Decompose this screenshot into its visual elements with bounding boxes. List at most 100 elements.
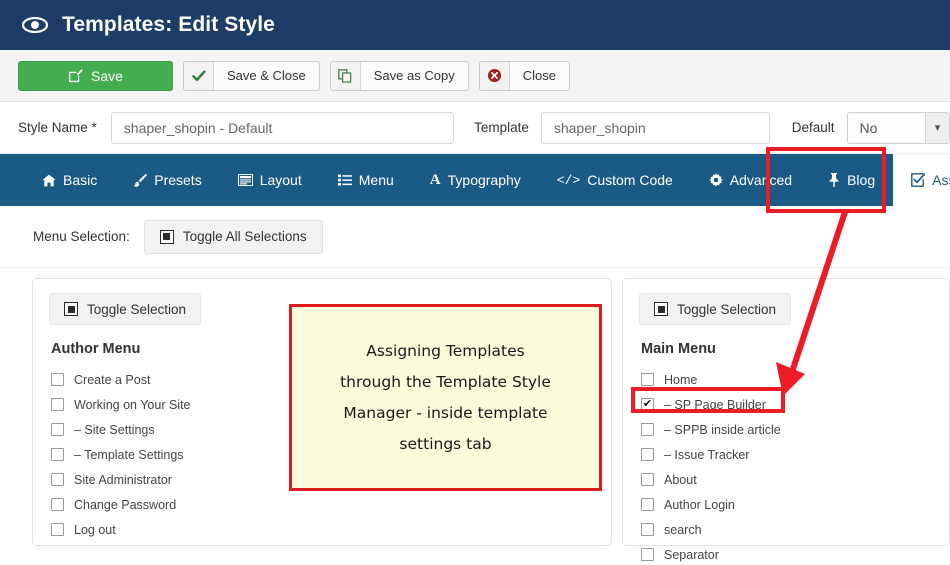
tab-custom-code-label: Custom Code (587, 172, 673, 188)
annotation-line-1: Assigning Templates (366, 342, 524, 360)
tab-assignment[interactable]: Assignment (893, 154, 950, 206)
tab-typography[interactable]: A Typography (412, 154, 539, 206)
checkbox[interactable] (641, 548, 654, 561)
brush-icon (133, 173, 147, 187)
list-item[interactable]: About (639, 469, 933, 490)
tab-presets[interactable]: Presets (115, 154, 219, 206)
checkbox-checked[interactable]: ✔ (641, 398, 654, 411)
toggle-all-selections-button[interactable]: Toggle All Selections (144, 220, 323, 254)
save-and-close-label: Save & Close (214, 68, 319, 83)
style-name-label: Style Name * (18, 120, 97, 135)
tab-menu[interactable]: Menu (320, 154, 412, 206)
main-toggle-selection-button[interactable]: Toggle Selection (639, 293, 791, 325)
tab-layout-label: Layout (260, 172, 302, 188)
checkbox[interactable] (51, 373, 64, 386)
eye-icon (22, 12, 48, 38)
template-label: Template (474, 120, 529, 135)
list-item[interactable]: Change Password (49, 494, 595, 515)
save-as-copy-button[interactable]: Save as Copy (330, 61, 469, 91)
main-menu-list: Home ✔ – SP Page Builder – SPPB inside a… (639, 369, 933, 565)
tab-bar: Basic Presets Layout Menu A Typography <… (0, 154, 950, 206)
list-item-label: search (664, 523, 702, 537)
default-label: Default (792, 120, 835, 135)
checkbox[interactable] (641, 498, 654, 511)
tab-assignment-label: Assignment (932, 172, 950, 188)
close-button[interactable]: Close (479, 61, 570, 91)
tab-blog-label: Blog (847, 172, 875, 188)
copy-icon (331, 62, 361, 90)
checkbox[interactable] (641, 523, 654, 536)
list-item[interactable]: search (639, 519, 933, 540)
list-icon (338, 174, 352, 186)
gear-icon (709, 173, 723, 187)
list-item-label: – SPPB inside article (664, 423, 781, 437)
toggle-all-selections-label: Toggle All Selections (183, 229, 307, 244)
tab-menu-label: Menu (359, 172, 394, 188)
list-item-label: Author Login (664, 498, 735, 512)
default-select-value: No (848, 120, 878, 136)
list-item-label: Log out (74, 523, 116, 537)
save-button-label: Save (91, 68, 123, 84)
app-header: Templates: Edit Style (0, 0, 950, 50)
save-as-copy-label: Save as Copy (361, 68, 468, 83)
author-toggle-selection-button[interactable]: Toggle Selection (49, 293, 201, 325)
pencil-square-icon (68, 68, 83, 83)
layout-icon (238, 174, 253, 186)
template-input[interactable]: shaper_shopin (541, 112, 770, 144)
checkbox[interactable] (51, 423, 64, 436)
square-toggle-icon (160, 230, 174, 244)
square-toggle-icon (654, 302, 668, 316)
list-item-label: Home (664, 373, 697, 387)
checkbox[interactable] (641, 373, 654, 386)
checkbox[interactable] (51, 398, 64, 411)
tab-custom-code[interactable]: </> Custom Code (539, 154, 691, 206)
list-item-label: – Template Settings (74, 448, 184, 462)
list-item-label: Working on Your Site (74, 398, 191, 412)
tab-blog[interactable]: Blog (810, 154, 893, 206)
list-item-sp-page-builder[interactable]: ✔ – SP Page Builder (639, 394, 933, 415)
author-toggle-selection-label: Toggle Selection (87, 302, 186, 317)
style-fields-row: Style Name * shaper_shopin - Default Tem… (0, 102, 950, 154)
close-button-label: Close (510, 68, 569, 83)
checkbox[interactable] (51, 473, 64, 486)
list-item[interactable]: – Issue Tracker (639, 444, 933, 465)
tab-basic-label: Basic (63, 172, 97, 188)
tab-advanced-label: Advanced (730, 172, 792, 188)
checkbox[interactable] (51, 523, 64, 536)
list-item-label: Site Administrator (74, 473, 172, 487)
list-item[interactable]: Home (639, 369, 933, 390)
checkbox[interactable] (641, 448, 654, 461)
annotation-line-4: settings tab (399, 435, 491, 453)
font-a-icon: A (430, 172, 441, 189)
save-button[interactable]: Save (18, 61, 173, 91)
checkbox[interactable] (51, 498, 64, 511)
main-menu-panel: Toggle Selection Main Menu Home ✔ – SP P… (622, 278, 950, 546)
tab-advanced[interactable]: Advanced (691, 154, 810, 206)
list-item-label: Change Password (74, 498, 176, 512)
page-title: Templates: Edit Style (62, 13, 275, 37)
annotation-line-3: Manager - inside template (343, 404, 547, 422)
list-item-label: About (664, 473, 697, 487)
list-item-label: – Issue Tracker (664, 448, 749, 462)
checkbox[interactable] (641, 423, 654, 436)
home-icon (42, 174, 56, 187)
save-and-close-button[interactable]: Save & Close (183, 61, 320, 91)
default-select[interactable]: No ▾ (847, 112, 950, 144)
list-item[interactable]: Author Login (639, 494, 933, 515)
pushpin-icon (828, 173, 840, 187)
list-item-label: – SP Page Builder (664, 398, 766, 412)
tab-layout[interactable]: Layout (220, 154, 320, 206)
style-name-input[interactable]: shaper_shopin - Default (111, 112, 454, 144)
list-item[interactable]: Log out (49, 519, 595, 540)
menu-selection-label: Menu Selection: (33, 229, 130, 244)
annotation-line-2: through the Template Style (340, 373, 551, 391)
checkbox[interactable] (51, 448, 64, 461)
tab-basic[interactable]: Basic (24, 154, 115, 206)
check-icon (184, 62, 214, 90)
main-toggle-selection-label: Toggle Selection (677, 302, 776, 317)
list-item[interactable]: Separator (639, 544, 933, 565)
checkbox[interactable] (641, 473, 654, 486)
checkbox-icon (911, 173, 925, 187)
list-item[interactable]: – SPPB inside article (639, 419, 933, 440)
main-menu-heading: Main Menu (641, 341, 933, 357)
